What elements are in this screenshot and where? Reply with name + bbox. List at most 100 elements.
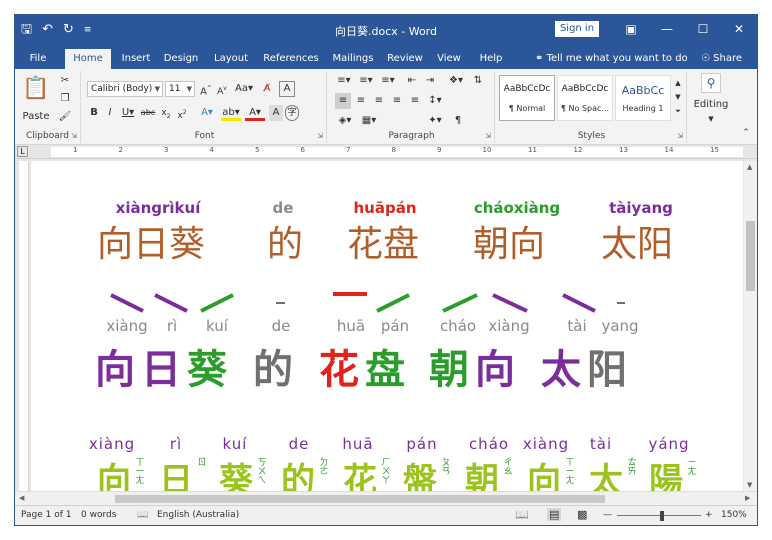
asian-typography-icon[interactable]: ✦▾ xyxy=(425,113,445,129)
multilevel-list-icon[interactable]: ≡▾ xyxy=(379,73,397,89)
text-effects-icon[interactable]: A▾ xyxy=(197,105,217,121)
line2-hanzi-char: 花 xyxy=(319,347,359,393)
scroll-right-icon[interactable]: ▶ xyxy=(745,494,750,502)
decrease-indent-icon[interactable]: ⇤ xyxy=(405,73,419,89)
sign-in-button[interactable]: Sign in xyxy=(555,21,599,37)
italic-icon[interactable]: I xyxy=(103,105,117,121)
bullets-icon[interactable]: ≡▾ xyxy=(335,73,353,89)
line2-hanzi-char: 朝 xyxy=(429,347,469,393)
text-style-icon[interactable]: A xyxy=(279,81,295,97)
vertical-scrollbar[interactable]: ▲ ▼ xyxy=(744,161,757,491)
subscript-icon[interactable]: x2 xyxy=(159,105,173,121)
search-icon[interactable]: ⚲ xyxy=(701,73,721,93)
ribbon-display-icon[interactable]: ▣ xyxy=(613,15,649,43)
styles-more-icon[interactable]: ⏷ xyxy=(673,103,683,119)
style-heading-1[interactable]: AaBbCc Heading 1 xyxy=(615,75,671,121)
enclose-characters-icon[interactable]: 字 xyxy=(285,105,299,121)
page-count[interactable]: Page 1 of 1 xyxy=(21,510,72,520)
horizontal-scrollbar[interactable]: ◀ ▶ xyxy=(15,491,757,505)
maximize-icon[interactable]: ☐ xyxy=(685,15,721,43)
collapse-ribbon-icon[interactable]: ⌃ xyxy=(739,125,753,141)
line3-hanzi-char: 太 xyxy=(589,461,623,491)
minimize-icon[interactable]: — xyxy=(649,15,685,43)
align-left-icon[interactable]: ≡ xyxy=(335,93,351,109)
strikethrough-icon[interactable]: abc xyxy=(139,105,157,121)
print-layout-icon[interactable]: ▤ xyxy=(547,508,562,521)
tab-view[interactable]: View xyxy=(433,49,465,69)
close-icon[interactable]: ✕ xyxy=(721,15,757,43)
highlight-icon[interactable]: ab▾ xyxy=(221,105,241,121)
align-center-icon[interactable]: ≡ xyxy=(353,93,369,109)
sort-icon[interactable]: ⇅ xyxy=(469,73,487,89)
word-count[interactable]: 0 words xyxy=(81,510,116,520)
justify-icon[interactable]: ≡ xyxy=(389,93,405,109)
increase-indent-icon[interactable]: ⇥ xyxy=(423,73,437,89)
tab-review[interactable]: Review xyxy=(385,49,425,69)
proofing-icon[interactable]: 📖 xyxy=(137,510,148,520)
share-button[interactable]: ☉ Share xyxy=(701,49,742,69)
horizontal-scroll-thumb[interactable] xyxy=(115,495,605,503)
scroll-down-icon[interactable]: ▼ xyxy=(747,481,752,489)
tab-selector-icon[interactable]: L xyxy=(17,146,28,157)
character-shading-icon[interactable]: A xyxy=(269,105,283,121)
shrink-font-icon[interactable]: Av xyxy=(215,81,229,97)
language[interactable]: English (Australia) xyxy=(157,510,239,520)
line2-pinyin-5: huā xyxy=(336,317,366,335)
numbering-icon[interactable]: ≡▾ xyxy=(357,73,375,89)
scroll-up-icon[interactable]: ▲ xyxy=(747,163,752,171)
line3-hanzi-char: 向 xyxy=(97,461,131,491)
editing-group[interactable]: ⚲ Editing ▼ xyxy=(689,71,733,143)
tab-design[interactable]: Design xyxy=(161,49,201,69)
format-painter-icon[interactable]: 🖌 xyxy=(57,109,73,125)
styles-launcher-icon[interactable]: ⇲ xyxy=(677,132,683,140)
clear-formatting-icon[interactable]: A̸ xyxy=(259,81,275,97)
tab-help[interactable]: Help xyxy=(475,49,507,69)
superscript-icon[interactable]: x2 xyxy=(175,105,189,121)
document-page[interactable]: xiàngrìkuí de huāpán cháoxiàng tàiyang 向… xyxy=(31,161,743,491)
tab-home[interactable]: Home xyxy=(65,49,111,69)
tell-me-box[interactable]: ⚭ Tell me what you want to do xyxy=(535,49,688,69)
vertical-ruler[interactable] xyxy=(19,161,29,491)
underline-icon[interactable]: U▾ xyxy=(119,105,137,121)
style-no-spacing[interactable]: AaBbCcDc ¶ No Spac... xyxy=(557,75,613,121)
tab-references[interactable]: References xyxy=(261,49,321,69)
shading-icon[interactable]: ◈▾ xyxy=(335,113,355,129)
ruler-number: 9 xyxy=(437,146,442,154)
horizontal-ruler[interactable]: L 1 2 3 4 5 6 7 8 9 10 11 12 13 14 15 xyxy=(15,145,757,159)
cut-icon[interactable]: ✂ xyxy=(57,73,73,89)
change-case-icon[interactable]: Aa▾ xyxy=(233,81,255,97)
borders-icon[interactable]: ▦▾ xyxy=(359,113,379,129)
show-marks-icon[interactable]: ¶ xyxy=(451,113,465,129)
zoom-slider-thumb[interactable] xyxy=(660,511,664,521)
grow-font-icon[interactable]: A^ xyxy=(199,81,213,97)
style-normal[interactable]: AaBbCcDc ¶ Normal xyxy=(499,75,555,121)
ruler-number: 12 xyxy=(573,146,583,154)
read-mode-icon[interactable]: 📖 xyxy=(515,508,529,521)
bold-icon[interactable]: B xyxy=(87,105,101,121)
font-launcher-icon[interactable]: ⇲ xyxy=(317,132,323,140)
scroll-left-icon[interactable]: ◀ xyxy=(19,494,24,502)
vertical-scroll-thumb[interactable] xyxy=(746,221,755,291)
zoom-in-icon[interactable]: + xyxy=(705,510,713,520)
paste-button[interactable]: Paste xyxy=(19,109,53,125)
distributed-icon[interactable]: ≡ xyxy=(407,93,423,109)
zoom-level[interactable]: 150% xyxy=(721,510,747,520)
tab-mailings[interactable]: Mailings xyxy=(329,49,377,69)
copy-icon[interactable]: ❐ xyxy=(57,91,73,107)
zoom-out-icon[interactable]: — xyxy=(603,510,612,520)
font-size-combo[interactable]: 11 ▼ xyxy=(165,81,195,97)
zoom-slider[interactable] xyxy=(617,515,701,516)
paragraph-launcher-icon[interactable]: ⇲ xyxy=(485,132,491,140)
chinese-layout-icon[interactable]: ❖▾ xyxy=(447,73,465,89)
clipboard-icon[interactable]: 📋 xyxy=(21,73,51,109)
clipboard-launcher-icon[interactable]: ⇲ xyxy=(71,132,77,140)
tab-layout[interactable]: Layout xyxy=(211,49,251,69)
web-layout-icon[interactable]: ▩ xyxy=(577,508,587,521)
tab-insert[interactable]: Insert xyxy=(119,49,153,69)
line-spacing-icon[interactable]: ↕▾ xyxy=(425,93,445,109)
font-name-combo[interactable]: Calibri (Body) ▼ xyxy=(87,81,163,97)
tab-file[interactable]: File xyxy=(23,49,53,69)
align-right-icon[interactable]: ≡ xyxy=(371,93,387,109)
font-color-icon[interactable]: A▾ xyxy=(245,105,265,121)
line3-zhuyin: ㄖ xyxy=(197,458,207,468)
